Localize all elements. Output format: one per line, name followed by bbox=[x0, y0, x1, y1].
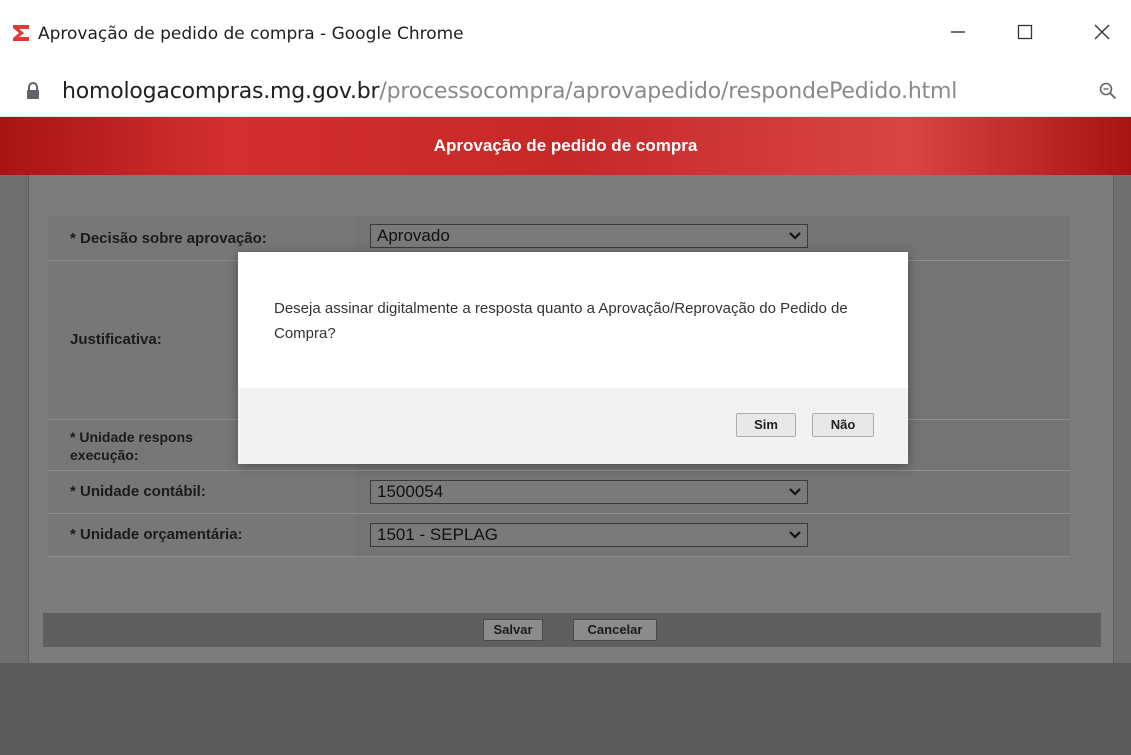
chevron-down-icon bbox=[789, 232, 801, 240]
form-footer: Salvar Cancelar bbox=[43, 613, 1101, 647]
unidade-orcamentaria-label: * Unidade orçamentária: bbox=[70, 526, 243, 543]
unidade-responsavel-label-line2: execução: bbox=[70, 447, 139, 463]
save-button[interactable]: Salvar bbox=[483, 619, 543, 641]
cancel-button[interactable]: Cancelar bbox=[573, 619, 657, 641]
lock-icon bbox=[27, 82, 39, 99]
dialog-message: Deseja assinar digitalmente a resposta q… bbox=[274, 300, 848, 342]
chevron-down-icon bbox=[789, 531, 801, 539]
unidade-contabil-value: 1500054 bbox=[377, 482, 444, 501]
decisao-select[interactable]: Aprovado bbox=[370, 224, 808, 248]
zoom-icon[interactable] bbox=[1099, 82, 1117, 100]
row-unidade-orcamentaria: * Unidade orçamentária: 1501 - SEPLAG bbox=[48, 514, 1070, 557]
minimize-button[interactable] bbox=[936, 14, 980, 50]
close-icon bbox=[1094, 24, 1110, 40]
chevron-down-icon bbox=[789, 488, 801, 496]
unidade-responsavel-label: * Unidade respons bbox=[70, 429, 193, 445]
unidade-contabil-select[interactable]: 1500054 bbox=[370, 480, 808, 504]
row-unidade-contabil: * Unidade contábil: 1500054 bbox=[48, 471, 1070, 514]
page-title: Aprovação de pedido de compra bbox=[433, 136, 698, 155]
unidade-contabil-label: * Unidade contábil: bbox=[70, 483, 206, 500]
decisao-label: * Decisão sobre aprovação: bbox=[70, 230, 267, 247]
confirm-dialog: Deseja assinar digitalmente a resposta q… bbox=[238, 252, 908, 464]
close-window-button[interactable] bbox=[1080, 14, 1124, 50]
sigma-logo-icon bbox=[10, 22, 32, 44]
url-path: /processocompra/aprovapedido/respondePed… bbox=[379, 79, 958, 104]
maximize-button[interactable] bbox=[1003, 14, 1047, 50]
yes-button[interactable]: Sim bbox=[736, 413, 796, 437]
dialog-footer: Sim Não bbox=[238, 388, 908, 464]
unidade-orcamentaria-value: 1501 - SEPLAG bbox=[377, 525, 498, 544]
address-bar[interactable]: homologacompras.mg.gov.br/processocompra… bbox=[0, 68, 1131, 117]
window-title: Aprovação de pedido de compra - Google C… bbox=[38, 24, 464, 44]
page-background bbox=[0, 663, 1131, 755]
no-button[interactable]: Não bbox=[812, 413, 874, 437]
decisao-value: Aprovado bbox=[377, 226, 450, 245]
minimize-icon bbox=[951, 31, 965, 33]
maximize-icon bbox=[1017, 24, 1033, 40]
url-host: homologacompras.mg.gov.br bbox=[62, 79, 380, 104]
justificativa-label: Justificativa: bbox=[70, 331, 162, 348]
window-titlebar: Aprovação de pedido de compra - Google C… bbox=[0, 0, 1131, 69]
unidade-orcamentaria-select[interactable]: 1501 - SEPLAG bbox=[370, 523, 808, 547]
url-text[interactable]: homologacompras.mg.gov.br/processocompra… bbox=[62, 79, 957, 104]
page-header: Aprovação de pedido de compra bbox=[0, 117, 1131, 175]
